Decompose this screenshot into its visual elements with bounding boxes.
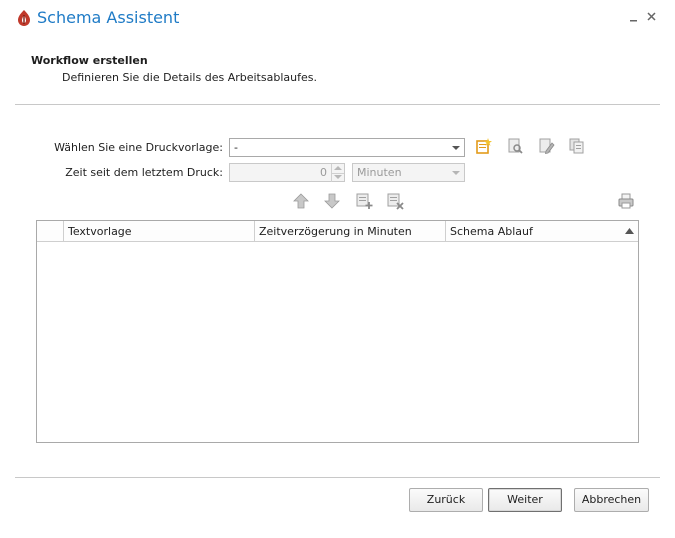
- back-button[interactable]: Zurück: [409, 488, 483, 512]
- print-icon[interactable]: [617, 192, 635, 210]
- sort-ascending-icon: [625, 228, 634, 234]
- workflow-table[interactable]: Textvorlage Zeitverzögerung in Minuten S…: [36, 220, 639, 443]
- delete-row-icon[interactable]: [386, 192, 404, 210]
- add-row-icon[interactable]: [355, 192, 373, 210]
- page-title: Workflow erstellen: [31, 54, 148, 67]
- stepper-down-icon[interactable]: [331, 173, 344, 182]
- time-label: Zeit seit dem letztem Druck:: [65, 166, 223, 179]
- move-up-icon[interactable]: [292, 192, 310, 210]
- copy-template-icon[interactable]: [568, 137, 586, 155]
- column-header-zeitverzoegerung[interactable]: Zeitverzögerung in Minuten: [255, 221, 446, 241]
- preview-template-icon[interactable]: [506, 137, 524, 155]
- app-logo-icon: [18, 10, 30, 26]
- chevron-down-icon: [452, 171, 460, 175]
- footer-divider: [15, 477, 660, 478]
- time-stepper-value: 0: [320, 166, 327, 179]
- cancel-button[interactable]: Abbrechen: [574, 488, 649, 512]
- column-header-label: Textvorlage: [68, 225, 132, 238]
- close-icon[interactable]: [645, 10, 659, 24]
- chevron-down-icon: [452, 146, 460, 150]
- table-header: Textvorlage Zeitverzögerung in Minuten S…: [37, 221, 638, 242]
- edit-template-icon[interactable]: [537, 137, 555, 155]
- header-divider: [15, 104, 660, 105]
- minimize-icon[interactable]: [627, 10, 641, 24]
- time-stepper[interactable]: 0: [229, 163, 345, 182]
- template-select[interactable]: -: [229, 138, 465, 157]
- column-header-schema-ablauf[interactable]: Schema Ablauf: [446, 221, 638, 241]
- unit-select[interactable]: Minuten: [352, 163, 465, 182]
- new-template-icon[interactable]: [475, 137, 493, 155]
- column-header-label: Zeitverzögerung in Minuten: [259, 225, 412, 238]
- column-header-selector[interactable]: [37, 221, 64, 241]
- window-title: Schema Assistent: [37, 8, 180, 27]
- next-button[interactable]: Weiter: [488, 488, 562, 512]
- move-down-icon[interactable]: [323, 192, 341, 210]
- template-label: Wählen Sie eine Druckvorlage:: [54, 141, 223, 154]
- column-header-label: Schema Ablauf: [450, 225, 533, 238]
- column-header-textvorlage[interactable]: Textvorlage: [64, 221, 255, 241]
- unit-select-value: Minuten: [357, 166, 402, 179]
- page-subtitle: Definieren Sie die Details des Arbeitsab…: [62, 71, 317, 84]
- template-select-value: -: [234, 141, 238, 154]
